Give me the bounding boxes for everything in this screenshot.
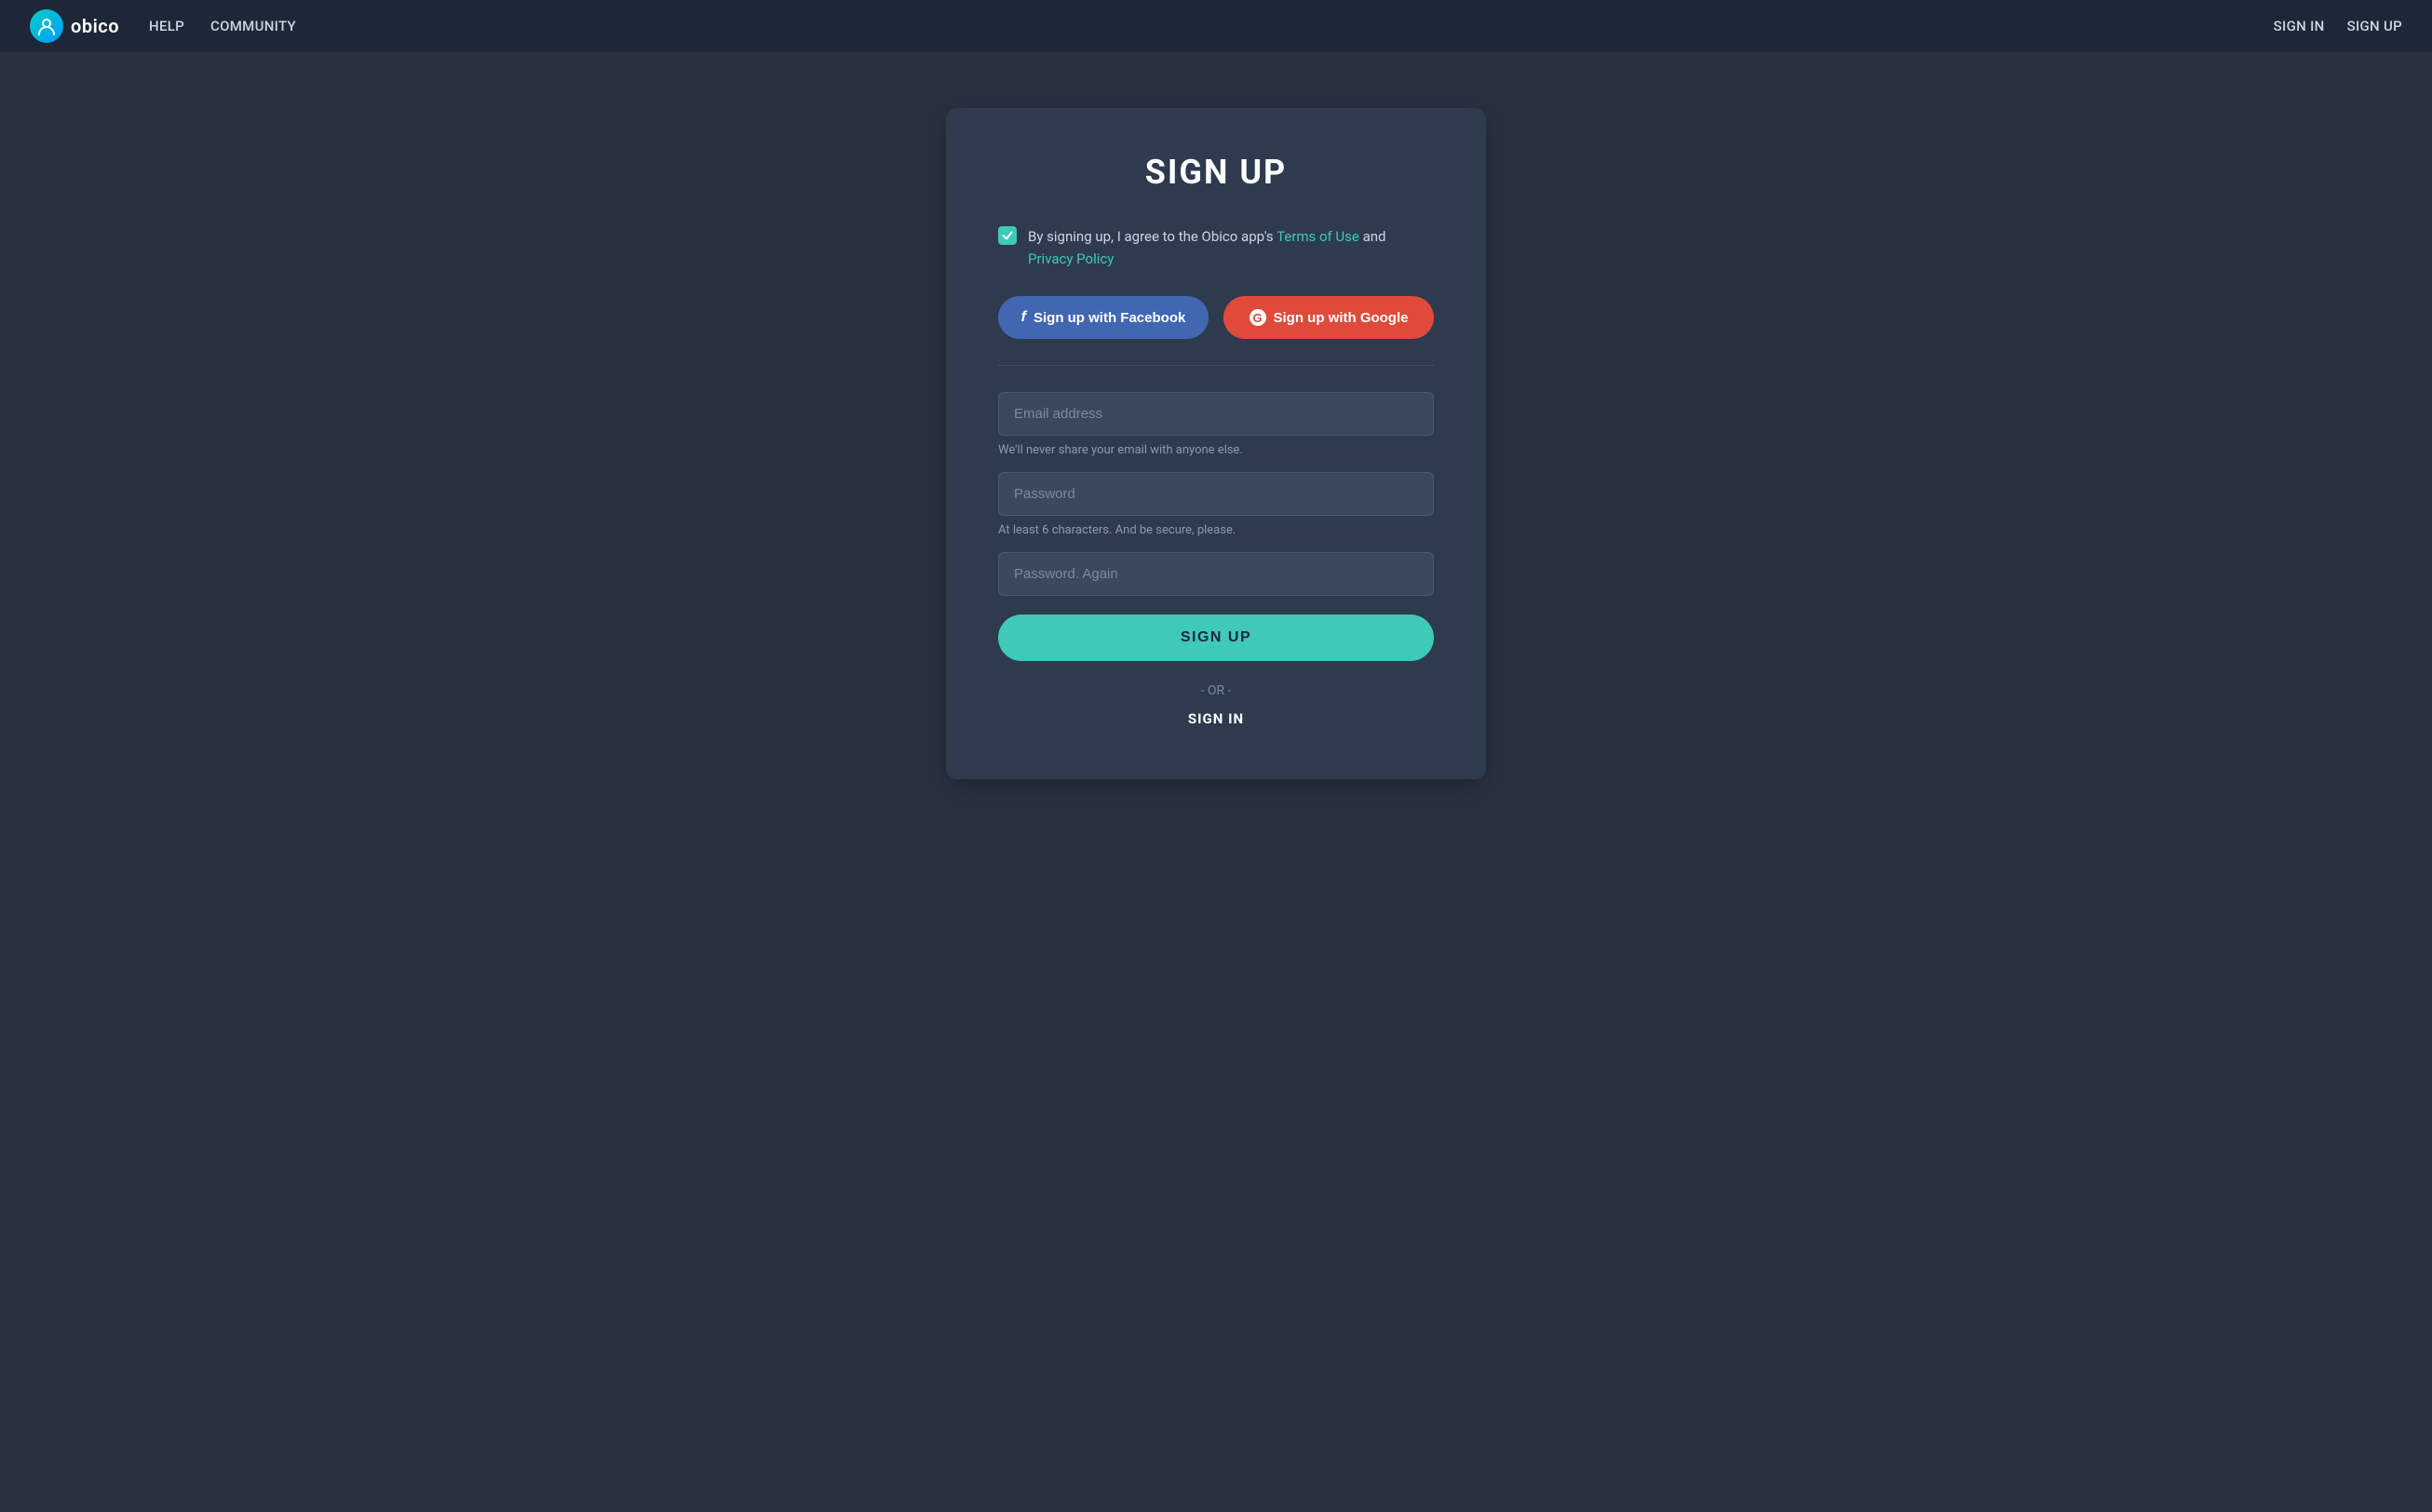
main-content: SIGN UP By signing up, I agree to the Ob… <box>0 52 2432 1512</box>
social-buttons: f Sign up with Facebook G Sign up with G… <box>998 296 1434 339</box>
nav-right: SIGN IN SIGN UP <box>2274 18 2402 34</box>
signin-link-container: SIGN IN <box>998 709 1434 727</box>
email-field[interactable] <box>998 392 1434 436</box>
terms-checkbox[interactable] <box>998 226 1017 245</box>
password-field[interactable] <box>998 472 1434 516</box>
nav-link-help[interactable]: HELP <box>149 18 184 34</box>
password-confirm-field[interactable] <box>998 552 1434 596</box>
nav-signup-link[interactable]: SIGN UP <box>2347 18 2402 34</box>
navbar: obico HELP COMMUNITY SIGN IN SIGN UP <box>0 0 2432 52</box>
email-hint: We'll never share your email with anyone… <box>998 443 1434 457</box>
logo-icon <box>30 9 63 43</box>
terms-row: By signing up, I agree to the Obico app'… <box>998 225 1434 270</box>
password-hint: At least 6 characters. And be secure, pl… <box>998 523 1434 537</box>
logo-link[interactable]: obico <box>30 9 119 43</box>
signup-button[interactable]: SIGN UP <box>998 614 1434 661</box>
google-icon: G <box>1250 309 1266 326</box>
privacy-policy-link[interactable]: Privacy Policy <box>1028 250 1114 267</box>
nav-signin-link[interactable]: SIGN IN <box>2274 18 2325 34</box>
password2-group <box>998 552 1434 596</box>
nav-left: obico HELP COMMUNITY <box>30 9 296 43</box>
terms-of-use-link[interactable]: Terms of Use <box>1277 228 1359 245</box>
or-divider: - OR - <box>998 683 1434 698</box>
divider <box>998 365 1434 366</box>
logo-text: obico <box>71 15 119 37</box>
signin-link[interactable]: SIGN IN <box>1188 710 1244 727</box>
nav-link-community[interactable]: COMMUNITY <box>210 18 296 34</box>
facebook-icon: f <box>1021 309 1026 326</box>
nav-links: HELP COMMUNITY <box>149 18 296 34</box>
google-signup-button[interactable]: G Sign up with Google <box>1223 296 1434 339</box>
facebook-signup-button[interactable]: f Sign up with Facebook <box>998 296 1209 339</box>
email-group <box>998 392 1434 436</box>
signup-card: SIGN UP By signing up, I agree to the Ob… <box>946 108 1486 779</box>
terms-text: By signing up, I agree to the Obico app'… <box>1028 225 1434 270</box>
password-group <box>998 472 1434 516</box>
page-title: SIGN UP <box>998 153 1434 192</box>
